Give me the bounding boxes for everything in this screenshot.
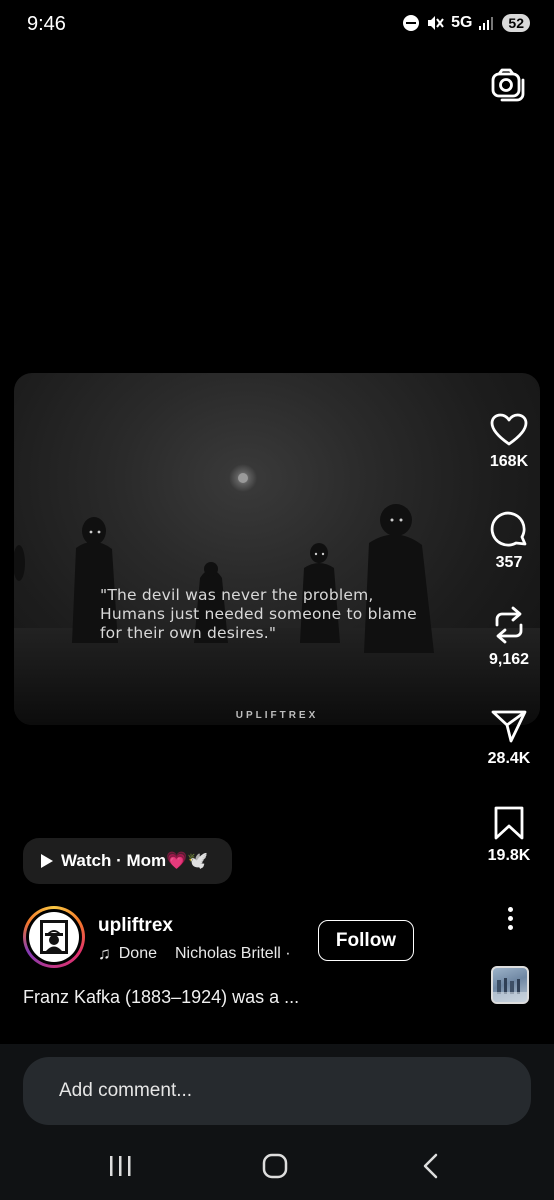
signal-icon [479, 17, 494, 30]
do-not-disturb-icon [403, 15, 420, 31]
follow-button[interactable]: Follow [318, 920, 414, 961]
quote-line: Humans just needed someone to blame [100, 605, 417, 623]
status-bar: 9:46 5G 52 [0, 0, 554, 50]
heart-icon [490, 413, 528, 446]
share-button[interactable]: 28.4K [464, 708, 554, 768]
save-count: 19.8K [487, 847, 531, 864]
mute-icon [428, 16, 444, 30]
author-username[interactable]: upliftrex [98, 915, 173, 937]
audio-thumbnail-image [493, 978, 527, 1002]
comment-icon [490, 511, 527, 547]
repost-button[interactable]: 9,162 [464, 605, 554, 669]
watermark: UPLIFTREX [235, 710, 319, 721]
comment-button[interactable]: 357 [464, 510, 554, 572]
quote-line: for their own desires." [100, 624, 277, 642]
avatar[interactable] [23, 906, 85, 968]
like-count: 168K [489, 453, 529, 470]
recent-apps-icon[interactable] [100, 1150, 140, 1182]
music-note-icon: ♫ [98, 944, 111, 963]
comment-input[interactable] [23, 1057, 531, 1125]
audio-title: Done [118, 945, 157, 962]
post-caption[interactable]: Franz Kafka (1883–1924) was a ... [23, 987, 299, 1008]
home-icon[interactable] [255, 1150, 295, 1182]
repost-count: 9,162 [488, 651, 530, 668]
status-icons: 5G 52 [403, 14, 530, 32]
repost-icon [495, 606, 523, 644]
post-image [14, 464, 540, 725]
status-time: 9:46 [27, 13, 66, 35]
network-label: 5G [451, 14, 473, 31]
battery-indicator: 52 [502, 14, 530, 32]
audio-artist: Nicholas Britell · [175, 945, 291, 962]
share-count: 28.4K [487, 750, 531, 767]
more-options-icon[interactable] [498, 905, 522, 935]
quote-text: "The devil was never the problem, Humans… [100, 586, 480, 643]
like-button[interactable]: 168K [464, 413, 554, 471]
save-button[interactable]: 19.8K [464, 805, 554, 865]
watch-chip-label: Watch · Mom💗🕊️ [61, 851, 209, 870]
post-media[interactable]: "The devil was never the problem, Humans… [14, 373, 540, 725]
audio-thumbnail[interactable] [491, 966, 529, 1004]
bookmark-icon [494, 806, 524, 840]
audio-attribution[interactable]: ♫ Done Nicholas Britell · [98, 944, 303, 964]
send-icon [491, 710, 527, 743]
play-icon [41, 854, 53, 868]
camera-icon[interactable] [490, 68, 526, 102]
back-icon[interactable] [411, 1150, 451, 1182]
comment-count: 357 [495, 554, 523, 571]
author-avatar-image [40, 920, 68, 954]
watch-chip[interactable]: Watch · Mom💗🕊️ [23, 838, 232, 884]
quote-line: "The devil was never the problem, [100, 586, 374, 604]
